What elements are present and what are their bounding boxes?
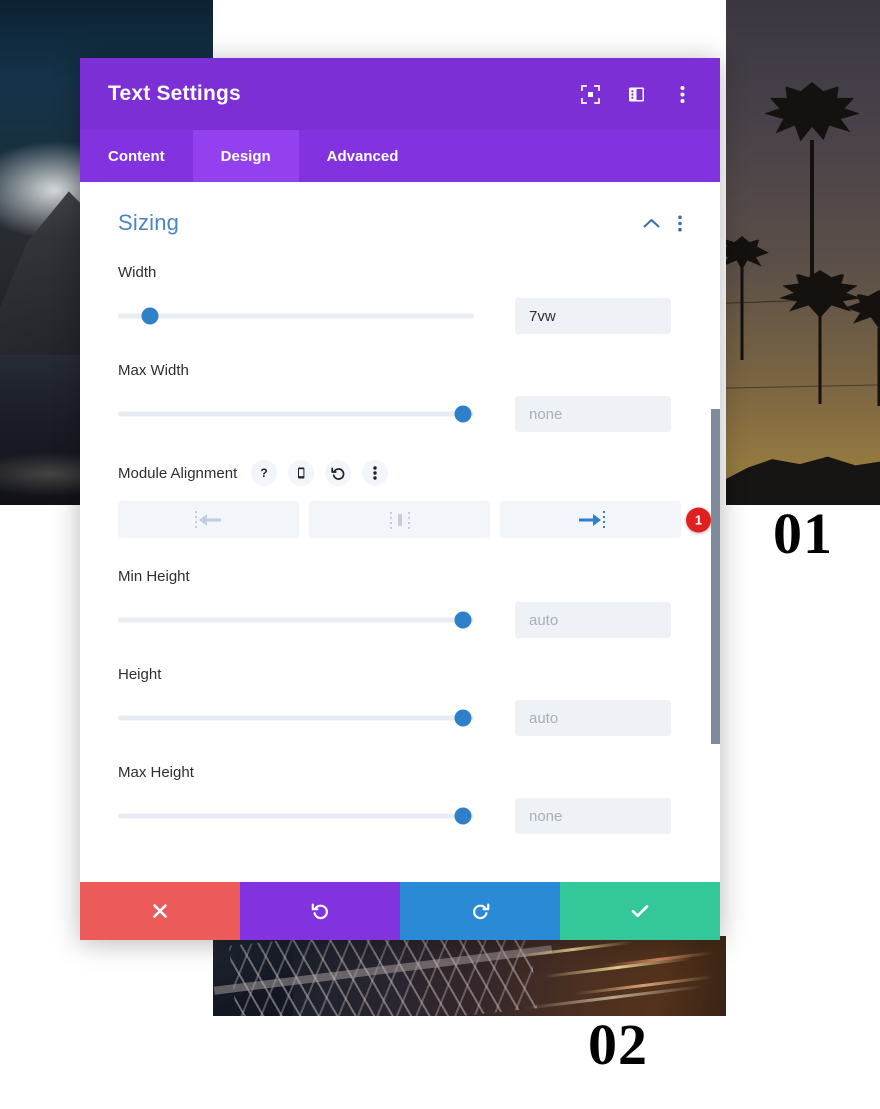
svg-text:?: ? bbox=[261, 466, 268, 480]
reset-icon[interactable] bbox=[325, 460, 352, 486]
field-width: Width bbox=[118, 264, 682, 334]
fullscreen-icon[interactable] bbox=[580, 84, 600, 104]
input-width[interactable] bbox=[515, 298, 671, 334]
input-height[interactable] bbox=[515, 700, 671, 736]
slider-thumb[interactable] bbox=[454, 709, 472, 727]
alignment-more-vertical-icon[interactable] bbox=[362, 460, 389, 486]
responsive-mobile-icon[interactable] bbox=[288, 460, 315, 486]
page-root: 01 02 Text Settings Content Design Advan… bbox=[0, 0, 880, 1109]
traffic-light-trail bbox=[543, 956, 693, 979]
slider-track bbox=[118, 813, 474, 819]
slider-width[interactable] bbox=[118, 307, 474, 325]
tab-advanced[interactable]: Advanced bbox=[299, 130, 427, 182]
chevron-up-icon[interactable] bbox=[643, 218, 660, 229]
modal-header-actions bbox=[580, 84, 692, 104]
palm-tree bbox=[844, 290, 880, 406]
modal-tabs: Content Design Advanced bbox=[80, 130, 720, 182]
cancel-button[interactable] bbox=[80, 882, 240, 940]
slider-thumb[interactable] bbox=[454, 611, 472, 629]
traffic-light-trail bbox=[603, 951, 713, 968]
input-max-width[interactable] bbox=[515, 396, 671, 432]
slider-thumb[interactable] bbox=[454, 405, 472, 423]
tab-content[interactable]: Content bbox=[80, 130, 193, 182]
modal-title: Text Settings bbox=[108, 82, 241, 105]
module-alignment-options: 1 bbox=[118, 501, 711, 538]
help-icon[interactable]: ? bbox=[251, 460, 278, 486]
field-label-width: Width bbox=[118, 264, 157, 281]
align-center-button[interactable] bbox=[309, 501, 490, 538]
field-label-module-alignment: Module Alignment bbox=[118, 464, 238, 482]
input-min-height[interactable] bbox=[515, 602, 671, 638]
slider-track bbox=[118, 617, 474, 623]
redo-icon bbox=[472, 903, 489, 919]
check-icon bbox=[631, 905, 649, 918]
section-title: Sizing bbox=[118, 210, 180, 235]
module-number-01: 01 bbox=[773, 501, 833, 566]
field-height: Height bbox=[118, 666, 682, 736]
field-label-min-height: Min Height bbox=[118, 568, 190, 585]
slider-thumb[interactable] bbox=[141, 307, 159, 325]
slider-thumb[interactable] bbox=[454, 807, 472, 825]
palm-tree bbox=[726, 236, 770, 360]
slider-max-width[interactable] bbox=[118, 405, 474, 423]
undo-icon bbox=[311, 903, 328, 919]
module-number-02: 02 bbox=[588, 1012, 648, 1077]
modal-scrollbar[interactable] bbox=[711, 409, 720, 744]
modal-header: Text Settings bbox=[80, 58, 720, 130]
slider-max-height[interactable] bbox=[118, 807, 474, 825]
bridge-truss bbox=[228, 936, 538, 1016]
palm-tree bbox=[762, 82, 862, 286]
field-max-height: Max Height bbox=[118, 764, 682, 834]
section-more-vertical-icon[interactable] bbox=[678, 215, 682, 232]
background-image-bridge-traffic bbox=[213, 936, 726, 1016]
modal-body: Sizing Width 7vw Max Width none Module A… bbox=[80, 182, 720, 882]
tab-design[interactable]: Design bbox=[192, 130, 299, 182]
status-badge: 1 bbox=[686, 507, 711, 532]
input-max-height[interactable] bbox=[515, 798, 671, 834]
more-vertical-icon[interactable] bbox=[672, 84, 692, 104]
modal-footer bbox=[80, 882, 720, 940]
field-label-height: Height bbox=[118, 666, 162, 683]
slider-track bbox=[118, 411, 474, 417]
field-max-width: Max Width bbox=[118, 362, 682, 432]
background-image-palm-trees bbox=[726, 0, 880, 505]
sizing-section-header: Sizing bbox=[118, 210, 682, 236]
close-icon bbox=[153, 904, 167, 918]
slider-track bbox=[118, 715, 474, 721]
slider-min-height[interactable] bbox=[118, 611, 474, 629]
slider-height[interactable] bbox=[118, 709, 474, 727]
save-button[interactable] bbox=[560, 882, 720, 940]
undo-button[interactable] bbox=[240, 882, 400, 940]
horizon-ground bbox=[726, 456, 880, 505]
align-left-button[interactable] bbox=[118, 501, 299, 538]
page-canvas-top bbox=[213, 0, 726, 60]
layout-panel-icon[interactable] bbox=[626, 84, 646, 104]
redo-button[interactable] bbox=[400, 882, 560, 940]
field-min-height: Min Height bbox=[118, 568, 682, 638]
text-settings-modal: Text Settings Content Design Advanced Si… bbox=[80, 58, 720, 940]
align-right-button[interactable] bbox=[500, 501, 681, 538]
field-label-max-height: Max Height bbox=[118, 764, 194, 781]
field-label-max-width: Max Width bbox=[118, 362, 189, 379]
slider-track bbox=[118, 313, 474, 319]
field-module-alignment: Module Alignment ? 1 bbox=[118, 460, 711, 538]
